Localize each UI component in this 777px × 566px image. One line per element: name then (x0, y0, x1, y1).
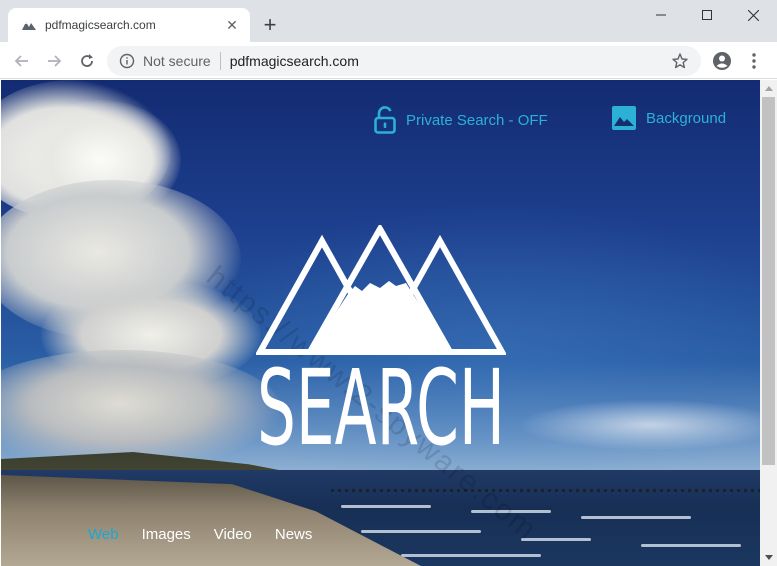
reload-icon (81, 54, 93, 67)
maximize-icon (702, 10, 712, 20)
search-category-tabs: Web Images Video News (88, 526, 335, 543)
star-icon[interactable] (671, 52, 689, 70)
unlock-icon (374, 106, 396, 134)
minimize-button[interactable] (638, 0, 684, 30)
title-bar: pdfmagicsearch.com ✕ + (0, 0, 777, 42)
tab-title: pdfmagicsearch.com (45, 18, 156, 32)
private-search-label: Private Search - OFF (406, 111, 548, 129)
tab-news[interactable]: News (275, 526, 313, 543)
caret-down-icon (764, 555, 773, 560)
groyne (331, 489, 760, 492)
menu-button[interactable] (742, 49, 766, 73)
scroll-down-button[interactable] (760, 549, 777, 566)
wave (521, 538, 591, 541)
scroll-up-button[interactable] (760, 80, 777, 97)
more-vertical-icon (752, 53, 756, 69)
forward-button[interactable] (41, 48, 67, 74)
profile-button[interactable] (710, 49, 734, 73)
image-icon (612, 106, 636, 130)
private-search-toggle[interactable]: Private Search - OFF (374, 106, 548, 134)
back-button[interactable] (9, 48, 35, 74)
wave (401, 554, 541, 557)
mountain-logo-icon (22, 22, 36, 30)
maximize-button[interactable] (684, 0, 730, 30)
wave (341, 505, 431, 508)
scrollbar-thumb[interactable] (762, 97, 775, 465)
reload-button[interactable] (74, 48, 100, 74)
new-tab-button[interactable]: + (258, 12, 282, 37)
browser-toolbar: Not secure pdfmagicsearch.com (0, 42, 777, 79)
tab-video[interactable]: Video (214, 526, 252, 543)
background-button[interactable]: Background (612, 106, 726, 130)
tab-images[interactable]: Images (142, 526, 191, 543)
browser-tab[interactable]: pdfmagicsearch.com ✕ (8, 8, 250, 42)
vertical-scrollbar[interactable] (760, 80, 777, 566)
tab-close-icon[interactable]: ✕ (224, 17, 240, 33)
background-label: Background (646, 109, 727, 127)
account-icon (713, 52, 731, 70)
info-icon[interactable] (119, 53, 135, 69)
search-logo-mountains-icon (256, 225, 506, 355)
page-content: https://www.2-spyware.com Private Search… (1, 80, 760, 566)
arrow-right-icon (48, 55, 62, 67)
search-logo-wordmark: SEARCH (257, 352, 505, 452)
arrow-left-icon (14, 55, 28, 67)
wave (641, 544, 741, 547)
url-text[interactable]: pdfmagicsearch.com (230, 53, 671, 69)
security-status[interactable]: Not secure (143, 53, 211, 69)
minimize-icon (656, 14, 666, 16)
wave (581, 516, 691, 519)
logo-word: SEARCH (257, 352, 505, 452)
omnibox-divider (219, 52, 221, 70)
close-window-button[interactable] (730, 0, 776, 30)
caret-up-icon (764, 86, 773, 91)
address-bar[interactable]: Not secure pdfmagicsearch.com (107, 46, 701, 76)
close-icon (747, 9, 759, 21)
tab-web[interactable]: Web (88, 526, 119, 543)
wave (361, 530, 481, 533)
